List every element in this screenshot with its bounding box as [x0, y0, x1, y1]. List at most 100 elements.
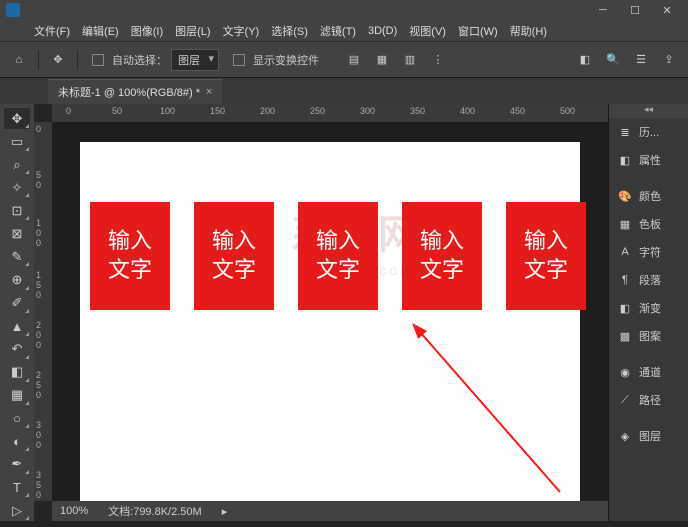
zoom-level[interactable]: 100% [60, 505, 88, 517]
auto-select-label: 自动选择： [112, 52, 167, 68]
gradient-icon: ◧ [617, 302, 633, 315]
panel-properties[interactable]: ◧属性 [609, 146, 688, 174]
maximize-button[interactable]: ☐ [620, 1, 650, 19]
viewport[interactable]: 系统网 system.com 输入文字 输入文字 输入文字 输入文字 输入文字 [52, 122, 608, 501]
annotation-arrow [400, 322, 580, 501]
box-line1: 输入 [212, 227, 256, 256]
text-box[interactable]: 输入文字 [194, 202, 274, 310]
panel-separator [609, 174, 688, 182]
pen-tool[interactable]: ✒ [4, 454, 30, 475]
align-middle-icon[interactable]: ▦ [371, 49, 393, 71]
panel-history[interactable]: ≣历... [609, 118, 688, 146]
properties-icon: ◧ [617, 154, 633, 167]
menu-3d[interactable]: 3D(D) [362, 25, 403, 37]
frame-tool[interactable]: ⊠ [4, 223, 30, 244]
document-tab-title: 未标题-1 @ 100%(RGB/8#) * [58, 84, 200, 100]
ruler-mark: 350 [36, 470, 41, 500]
menu-view[interactable]: 视图(V) [403, 23, 452, 39]
search-icon[interactable]: 🔍 [602, 49, 624, 71]
close-tab-icon[interactable]: × [206, 86, 212, 98]
character-icon: A [617, 246, 633, 258]
3d-mode-icon[interactable]: ◧ [574, 49, 596, 71]
menu-text[interactable]: 文字(Y) [217, 23, 266, 39]
menu-help[interactable]: 帮助(H) [504, 23, 553, 39]
title-bar: ─ ☐ ✕ [0, 0, 688, 20]
menu-image[interactable]: 图像(I) [125, 23, 169, 39]
eyedropper-tool[interactable]: ✎ [4, 246, 30, 267]
brush-tool[interactable]: ✐ [4, 293, 30, 314]
lasso-tool[interactable]: ⌕ [4, 154, 30, 175]
text-tool[interactable]: T [4, 477, 30, 498]
align-bottom-icon[interactable]: ▥ [399, 49, 421, 71]
ruler-mark: 150 [36, 270, 41, 300]
align-top-icon[interactable]: ▤ [343, 49, 365, 71]
panel-layers[interactable]: ◈图层 [609, 422, 688, 450]
eraser-tool[interactable]: ◧ [4, 362, 30, 383]
minimize-button[interactable]: ─ [588, 1, 618, 19]
magic-wand-tool[interactable]: ✧ [4, 177, 30, 198]
panel-paragraph[interactable]: ¶段落 [609, 266, 688, 294]
panel-paths[interactable]: ⟋路径 [609, 386, 688, 414]
ruler-mark: 200 [36, 320, 41, 350]
doc-size[interactable]: 文档:799.8K/2.50M [108, 503, 202, 519]
panel-color[interactable]: 🎨颜色 [609, 182, 688, 210]
menu-bar: 文件(F) 编辑(E) 图像(I) 图层(L) 文字(Y) 选择(S) 滤镜(T… [0, 20, 688, 42]
panel-label: 色板 [639, 216, 661, 232]
separator [38, 50, 39, 70]
options-bar: ⌂ ✥ 自动选择： 图层 显示变换控件 ▤ ▦ ▥ ⋮ ◧ 🔍 ☰ ⇪ [0, 42, 688, 78]
stamp-tool[interactable]: ▲ [4, 316, 30, 337]
path-select-tool[interactable]: ▷ [4, 500, 30, 521]
status-bar: 100% 文档:799.8K/2.50M ▸ [52, 501, 608, 521]
gradient-tool[interactable]: ▦ [4, 385, 30, 406]
menu-edit[interactable]: 编辑(E) [76, 23, 125, 39]
panel-separator [609, 414, 688, 422]
text-box[interactable]: 输入文字 [506, 202, 586, 310]
ruler-mark: 250 [36, 370, 41, 400]
menu-file[interactable]: 文件(F) [28, 23, 76, 39]
text-box[interactable]: 输入文字 [90, 202, 170, 310]
dodge-tool[interactable]: ◐ [4, 431, 30, 452]
history-icon: ≣ [617, 126, 633, 139]
panel-swatches[interactable]: ▦色板 [609, 210, 688, 238]
canvas[interactable]: 系统网 system.com 输入文字 输入文字 输入文字 输入文字 输入文字 [80, 142, 580, 501]
panel-channels[interactable]: ◉通道 [609, 358, 688, 386]
close-button[interactable]: ✕ [652, 1, 682, 19]
ruler-mark: 200 [260, 106, 275, 116]
healing-tool[interactable]: ⊕ [4, 269, 30, 290]
workspace-icon[interactable]: ☰ [630, 49, 652, 71]
text-box[interactable]: 输入文字 [402, 202, 482, 310]
panel-label: 图案 [639, 328, 661, 344]
text-box[interactable]: 输入文字 [298, 202, 378, 310]
menu-window[interactable]: 窗口(W) [452, 23, 504, 39]
box-line2: 文字 [316, 256, 360, 285]
menu-layer[interactable]: 图层(L) [169, 23, 216, 39]
move-tool-icon[interactable]: ✥ [47, 49, 69, 71]
ruler-mark: 50 [112, 106, 122, 116]
vertical-ruler: 0 50 100 150 200 250 300 350 [34, 122, 52, 501]
move-tool[interactable]: ✥ [4, 108, 30, 129]
show-transform-checkbox[interactable] [233, 54, 245, 66]
crop-tool[interactable]: ⊡ [4, 200, 30, 221]
panel-label: 通道 [639, 364, 661, 380]
panel-character[interactable]: A字符 [609, 238, 688, 266]
box-row: 输入文字 输入文字 输入文字 输入文字 输入文字 [90, 202, 586, 310]
marquee-tool[interactable]: ▭ [4, 131, 30, 152]
auto-select-dropdown[interactable]: 图层 [171, 49, 219, 71]
history-brush-tool[interactable]: ↶ [4, 339, 30, 360]
ruler-mark: 500 [560, 106, 575, 116]
blur-tool[interactable]: ○ [4, 408, 30, 429]
menu-filter[interactable]: 滤镜(T) [314, 23, 362, 39]
share-icon[interactable]: ⇪ [658, 49, 680, 71]
status-more-icon[interactable]: ▸ [222, 505, 228, 518]
menu-select[interactable]: 选择(S) [265, 23, 314, 39]
distribute-icon[interactable]: ⋮ [427, 49, 449, 71]
box-line2: 文字 [212, 256, 256, 285]
app-icon [6, 3, 20, 17]
panel-label: 颜色 [639, 188, 661, 204]
document-tab[interactable]: 未标题-1 @ 100%(RGB/8#) * × [48, 79, 222, 104]
panel-patterns[interactable]: ▩图案 [609, 322, 688, 350]
home-icon[interactable]: ⌂ [8, 49, 30, 71]
panel-gradient[interactable]: ◧渐变 [609, 294, 688, 322]
auto-select-checkbox[interactable] [92, 54, 104, 66]
collapse-panels-icon[interactable]: ◂◂ [609, 104, 688, 118]
